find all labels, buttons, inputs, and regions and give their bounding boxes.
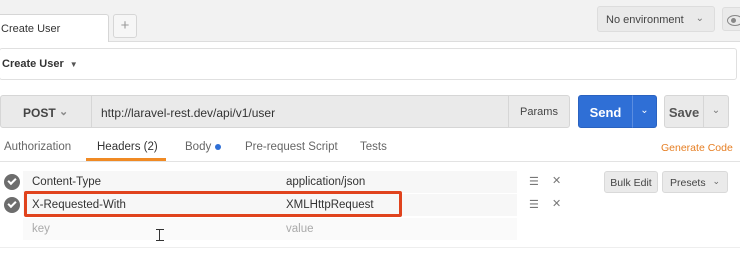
chevron-down-icon: ⌄ [59,106,69,118]
request-name-bar[interactable]: Create User ▼ [0,48,737,80]
request-name: Create User [2,58,64,70]
divider [0,247,740,248]
tab-headers[interactable]: Headers (2) [97,141,158,153]
bulk-edit-button[interactable]: Bulk Edit [604,171,658,193]
new-key-input[interactable]: key [32,223,50,235]
eye-icon[interactable] [722,7,740,31]
header-value[interactable]: application/json [286,176,365,188]
save-dropdown-button[interactable]: ⌄ [703,95,729,128]
new-value-input[interactable]: value [286,223,314,235]
save-button[interactable]: Save [664,95,704,128]
drag-handle-icon[interactable]: ☰ [529,175,539,188]
environment-label: No environment [606,14,684,26]
url-text: http://laravel-rest.dev/api/v1/user [101,106,276,120]
generate-code-link[interactable]: Generate Code [661,142,733,154]
send-dropdown-button[interactable]: ⌄ [632,95,657,128]
body-indicator-dot [215,143,222,150]
tab-tests[interactable]: Tests [360,141,387,153]
request-tab[interactable]: Create User [0,14,109,42]
active-tab-underline [86,158,166,161]
tab-body-label: Body [185,141,212,153]
tab-prerequest-script[interactable]: Pre-request Script [245,141,338,153]
checkbox-checked-icon[interactable] [4,197,20,213]
params-button[interactable]: Params [508,95,570,128]
request-tab-label: Create User [1,23,61,35]
delete-icon[interactable]: ✕ [552,197,561,210]
tab-authorization[interactable]: Authorization [4,141,71,153]
url-input[interactable]: http://laravel-rest.dev/api/v1/user [91,95,509,128]
chevron-down-icon: ⌄ [712,176,720,186]
checkbox-checked-icon[interactable] [4,174,20,190]
chevron-down-icon: ⌄ [695,13,704,24]
chevron-down-icon: ⌄ [640,105,649,116]
caret-down-icon: ▼ [69,60,78,69]
new-tab-button[interactable]: + [113,14,137,38]
presets-dropdown[interactable]: Presets ⌄ [662,171,728,193]
tab-body[interactable]: Body [185,141,222,153]
chevron-down-icon: ⌄ [711,105,721,116]
presets-label: Presets [670,177,706,189]
delete-icon[interactable]: ✕ [552,174,561,187]
header-key[interactable]: Content-Type [32,176,101,188]
method-select[interactable]: POST ⌄ [0,95,92,128]
send-button[interactable]: Send [578,95,633,128]
text-cursor-icon [156,229,164,243]
drag-handle-icon[interactable]: ☰ [529,198,539,211]
method-label: POST [23,106,56,120]
table-row-new [23,218,517,240]
environment-select[interactable]: No environment ⌄ [597,6,715,32]
annotation-highlight-box [24,191,402,217]
